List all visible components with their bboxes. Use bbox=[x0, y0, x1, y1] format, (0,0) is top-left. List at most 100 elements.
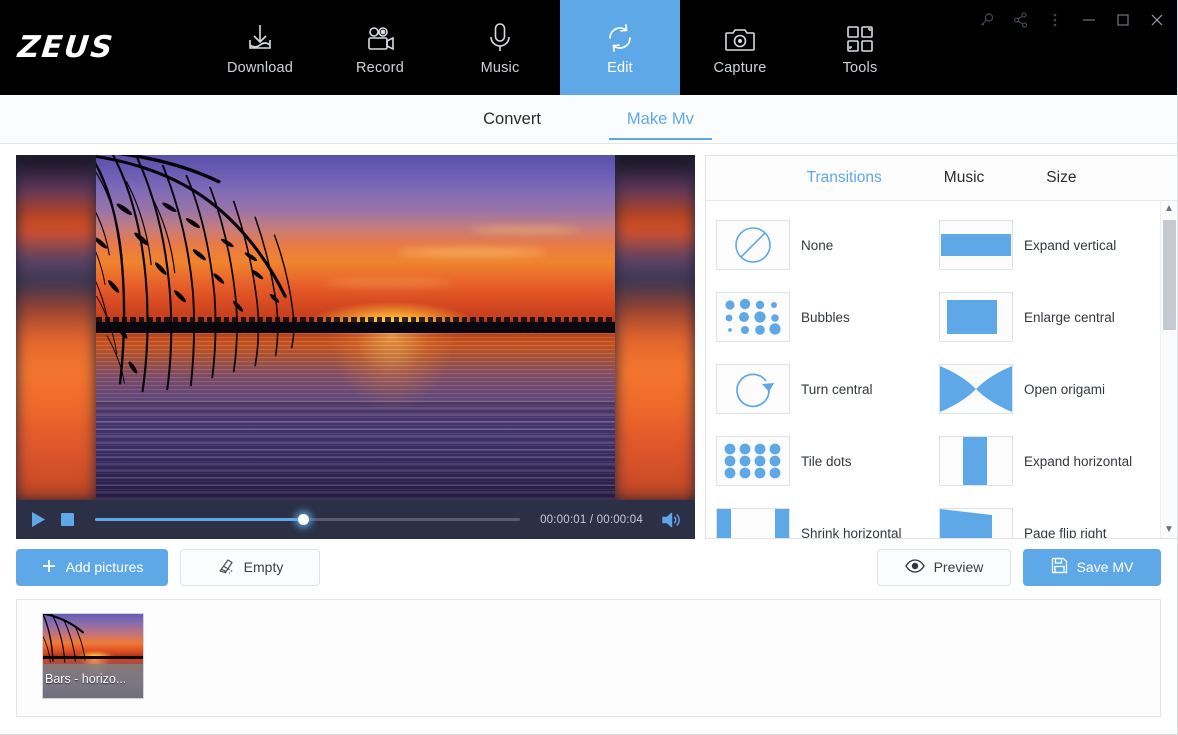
timeline-caption: Bars - horizo... bbox=[45, 672, 127, 686]
seek-bar[interactable] bbox=[95, 500, 521, 539]
nav-label-download: Download bbox=[226, 59, 294, 76]
effects-panel-body: None Expand vertical Bubbles Enlarge cen… bbox=[706, 201, 1177, 538]
window-controls bbox=[977, 10, 1167, 30]
expand-vertical-icon bbox=[939, 220, 1013, 270]
water-layer bbox=[96, 333, 615, 500]
horizon-tree-line bbox=[96, 317, 615, 334]
save-mv-label: Save MV bbox=[1076, 559, 1134, 575]
nav-item-tools[interactable]: Tools bbox=[800, 0, 920, 95]
preview-button[interactable]: Preview bbox=[877, 548, 1011, 586]
save-mv-button[interactable]: Save MV bbox=[1023, 548, 1161, 586]
transition-label: Enlarge central bbox=[1024, 309, 1115, 325]
tab-music[interactable]: Music bbox=[944, 169, 984, 187]
transition-label: Bubbles bbox=[801, 309, 850, 325]
empty-button[interactable]: Empty bbox=[180, 548, 320, 586]
transition-item[interactable]: Open origami bbox=[939, 353, 1156, 425]
preview-label: Preview bbox=[933, 559, 984, 575]
plus-icon bbox=[41, 558, 57, 577]
scroll-up-icon[interactable]: ▲ bbox=[1164, 204, 1174, 214]
picture-timeline[interactable]: Bars - horizo... bbox=[16, 599, 1161, 717]
nav-item-record[interactable]: Record bbox=[320, 0, 440, 95]
nav-item-edit[interactable]: Edit bbox=[560, 0, 680, 95]
nav-items: Download Record Music Edit Capture Tools bbox=[200, 0, 920, 95]
transition-label: Tile dots bbox=[801, 453, 852, 469]
maximize-icon[interactable] bbox=[1113, 10, 1133, 30]
scroll-down-icon[interactable]: ▼ bbox=[1164, 525, 1174, 535]
tab-size[interactable]: Size bbox=[1046, 169, 1076, 187]
transition-item[interactable]: Expand vertical bbox=[939, 209, 1156, 281]
sub-tab-bar: Convert Make Mv bbox=[0, 95, 1177, 144]
transition-item[interactable]: Expand horizontal bbox=[939, 425, 1156, 497]
play-icon[interactable] bbox=[30, 511, 46, 528]
more-vertical-icon[interactable] bbox=[1045, 10, 1065, 30]
transitions-grid: None Expand vertical Bubbles Enlarge cen… bbox=[706, 201, 1160, 538]
expand-horizontal-icon bbox=[939, 436, 1013, 486]
nav-label-music: Music bbox=[480, 59, 520, 76]
app-logo: ZEUS bbox=[0, 0, 200, 95]
logo-text: ZEUS bbox=[16, 30, 117, 65]
effects-panel-tabs: Transitions Music Size bbox=[706, 156, 1177, 201]
add-pictures-button[interactable]: Add pictures bbox=[16, 548, 168, 586]
grid-tools-icon bbox=[845, 20, 875, 54]
tab-make-mv[interactable]: Make Mv bbox=[608, 98, 712, 140]
nav-label-record: Record bbox=[356, 59, 404, 76]
nav-label-tools: Tools bbox=[842, 59, 878, 76]
action-button-row: Add pictures Empty Preview Save MV bbox=[0, 539, 1177, 595]
nav-item-music[interactable]: Music bbox=[440, 0, 560, 95]
enlarge-central-icon bbox=[939, 292, 1013, 342]
transition-item[interactable]: Turn central bbox=[716, 353, 933, 425]
tile-dots-icon bbox=[716, 436, 790, 486]
main-content: 00:00:01 / 00:00:04 Transitions Music Si… bbox=[0, 144, 1178, 539]
video-player: 00:00:01 / 00:00:04 bbox=[16, 155, 695, 539]
bubbles-icon bbox=[716, 292, 790, 342]
tab-transitions[interactable]: Transitions bbox=[807, 169, 882, 187]
none-circle-slash-icon bbox=[716, 220, 790, 270]
search-icon[interactable] bbox=[977, 10, 997, 30]
transition-item[interactable]: Page flip right bbox=[939, 497, 1156, 538]
stop-icon[interactable] bbox=[60, 512, 75, 527]
blurred-right-bar bbox=[615, 155, 695, 500]
floppy-disk-icon bbox=[1051, 557, 1068, 577]
scrollbar-thumb[interactable] bbox=[1163, 220, 1176, 330]
transitions-scrollbar[interactable]: ▲ ▼ bbox=[1160, 201, 1177, 538]
transition-item[interactable]: Bubbles bbox=[716, 281, 933, 353]
transition-item[interactable]: Tile dots bbox=[716, 425, 933, 497]
nav-item-capture[interactable]: Capture bbox=[680, 0, 800, 95]
sky-layer bbox=[96, 155, 615, 328]
transition-label: Shrink horizontal bbox=[801, 525, 902, 539]
effects-panel: Transitions Music Size None Expand verti… bbox=[705, 155, 1178, 539]
transition-label: Turn central bbox=[801, 381, 873, 397]
nav-label-edit: Edit bbox=[607, 59, 633, 76]
download-icon bbox=[245, 20, 275, 54]
video-preview-canvas[interactable] bbox=[16, 155, 695, 500]
transition-item[interactable]: None bbox=[716, 209, 933, 281]
water-ripples-fore bbox=[96, 400, 615, 500]
add-pictures-label: Add pictures bbox=[65, 559, 144, 575]
player-controls: 00:00:01 / 00:00:04 bbox=[16, 500, 695, 539]
tab-convert[interactable]: Convert bbox=[465, 98, 559, 140]
microphone-icon bbox=[487, 20, 513, 54]
timeline-item[interactable]: Bars - horizo... bbox=[43, 614, 143, 698]
seek-fill bbox=[95, 518, 304, 521]
open-origami-icon bbox=[939, 364, 1013, 414]
time-display: 00:00:01 / 00:00:04 bbox=[540, 513, 643, 526]
empty-label: Empty bbox=[243, 559, 284, 575]
transition-label: None bbox=[801, 237, 834, 253]
transition-item[interactable]: Enlarge central bbox=[939, 281, 1156, 353]
top-navigation-bar: ZEUS Download Record Music Edit Capture … bbox=[0, 0, 1177, 95]
scrollbar-track[interactable] bbox=[1161, 214, 1177, 525]
volume-on-icon[interactable] bbox=[657, 511, 681, 529]
transition-item[interactable]: Shrink horizontal bbox=[716, 497, 933, 538]
broom-icon bbox=[217, 557, 235, 578]
close-icon[interactable] bbox=[1147, 10, 1167, 30]
shrink-horizontal-icon bbox=[716, 508, 790, 538]
seek-handle[interactable] bbox=[298, 514, 310, 525]
nav-item-download[interactable]: Download bbox=[200, 0, 320, 95]
thumb-willow-icon bbox=[43, 614, 101, 669]
eye-icon bbox=[904, 558, 925, 576]
preview-photo bbox=[96, 155, 615, 500]
minimize-icon[interactable] bbox=[1079, 10, 1099, 30]
transition-label: Expand horizontal bbox=[1024, 453, 1133, 469]
page-flip-right-icon bbox=[939, 508, 1013, 538]
share-icon[interactable] bbox=[1011, 10, 1031, 30]
